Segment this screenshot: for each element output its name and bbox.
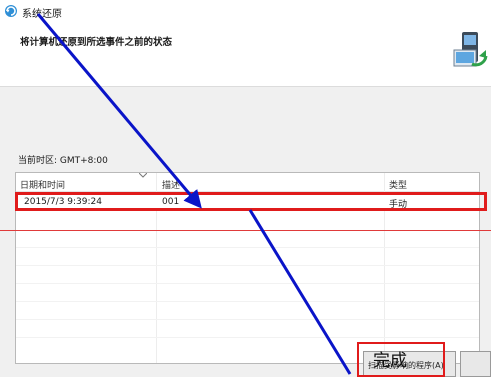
list-header: 日期和时间 描述 类型 bbox=[16, 173, 479, 192]
empty-row-line bbox=[16, 283, 479, 284]
empty-row-line bbox=[16, 247, 479, 248]
page-heading: 将计算机还原到所选事件之前的状态 bbox=[20, 37, 173, 48]
empty-row-line bbox=[16, 337, 479, 338]
computer-restore-icon bbox=[453, 32, 488, 67]
sort-arrow-icon bbox=[139, 173, 147, 178]
row-highlight-box bbox=[15, 192, 487, 211]
empty-row-line bbox=[16, 301, 479, 302]
title-bar: 系统还原 bbox=[0, 0, 491, 22]
next-button[interactable] bbox=[460, 351, 491, 377]
button-highlight-box bbox=[357, 342, 445, 377]
empty-row-line bbox=[16, 265, 479, 266]
window-title: 系统还原 bbox=[22, 9, 62, 20]
header-panel: 将计算机还原到所选事件之前的状态 bbox=[0, 22, 491, 87]
column-header-datetime[interactable]: 日期和时间 bbox=[20, 178, 65, 191]
annotation-red-line bbox=[0, 230, 491, 231]
timezone-label: 当前时区: GMT+8:00 bbox=[18, 156, 108, 166]
column-header-type[interactable]: 类型 bbox=[389, 178, 407, 191]
system-restore-icon bbox=[5, 5, 17, 17]
empty-row-line bbox=[16, 319, 479, 320]
column-header-description[interactable]: 描述 bbox=[162, 178, 180, 191]
